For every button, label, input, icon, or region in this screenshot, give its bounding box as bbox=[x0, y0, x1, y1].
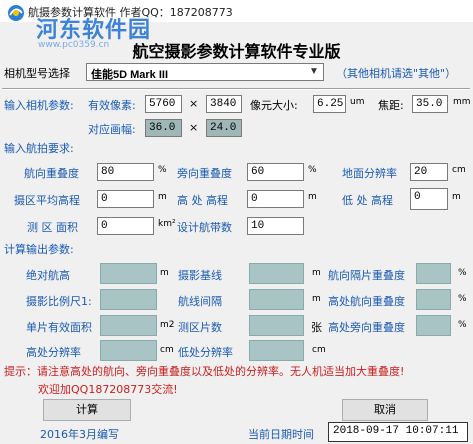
high-elevation-label: 高 处 高程 bbox=[177, 194, 228, 207]
pixel-height-input[interactable]: 3840 bbox=[206, 95, 242, 113]
section-input-camera: 输入相机参数: bbox=[4, 99, 74, 112]
camera-label: 相机型号选择 bbox=[4, 67, 70, 80]
baseline-output bbox=[249, 263, 304, 284]
baseline-unit: m bbox=[312, 268, 321, 278]
camera-hint: （其他相机请选"其他"） bbox=[336, 67, 457, 80]
baseline-label: 摄影基线 bbox=[178, 269, 222, 282]
area-input[interactable]: 0 bbox=[97, 217, 154, 235]
section-input-flight: 输入航拍要求: bbox=[4, 142, 74, 155]
line-spacing-unit: m bbox=[312, 294, 321, 304]
fwd-overlap-output bbox=[416, 263, 451, 284]
single-area-output bbox=[100, 315, 157, 336]
high-side-output bbox=[416, 315, 451, 336]
pixel-width-input[interactable]: 5760 bbox=[145, 95, 182, 113]
current-datetime-field: 2018-09-17 10:07:11 bbox=[328, 422, 468, 442]
high-fwd-unit: % bbox=[458, 294, 467, 304]
high-elevation-input[interactable]: 0 bbox=[247, 190, 304, 208]
frame-width-field: 36.0 bbox=[145, 119, 182, 137]
fwd-overlap-unit: % bbox=[458, 268, 467, 278]
low-elevation-input[interactable]: 0 bbox=[410, 188, 448, 210]
avg-elevation-unit: m bbox=[158, 192, 167, 202]
pixel-size-label: 像元大小: bbox=[250, 99, 298, 112]
focal-input[interactable]: 35.0 bbox=[412, 95, 448, 113]
pixels-label: 有效像素: bbox=[88, 99, 136, 112]
current-datetime-label: 当前日期时间 bbox=[248, 428, 314, 441]
photo-count-output bbox=[249, 315, 304, 336]
focal-unit: mm bbox=[453, 97, 471, 107]
chevron-down-icon[interactable]: ▼ bbox=[307, 65, 321, 79]
app-window: 航摄参数计算软件 作者QQ：187208773 河东软件园 www.pc0359… bbox=[0, 0, 473, 444]
low-res-label: 低处分辨率 bbox=[178, 346, 233, 359]
camera-select[interactable]: 佳能5D Mark III ▼ bbox=[86, 63, 324, 81]
avg-elevation-label: 摄区平均高程 bbox=[14, 194, 80, 207]
line-spacing-label: 航线间隔 bbox=[178, 295, 222, 308]
area-label: 测 区 面积 bbox=[27, 221, 78, 234]
section-output: 计算输出参数: bbox=[4, 243, 74, 256]
gsd-input[interactable]: 20 bbox=[410, 163, 448, 181]
times-sign: × bbox=[189, 97, 199, 110]
line-spacing-output bbox=[249, 289, 304, 310]
high-side-unit: % bbox=[458, 320, 467, 330]
date-written-label: 2016年3月编写 bbox=[40, 428, 119, 441]
qq-contact-text: 欢迎加QQ187208773交流! bbox=[38, 383, 178, 396]
photo-count-label: 测区片数 bbox=[178, 321, 222, 334]
high-res-output bbox=[100, 340, 157, 361]
side-overlap-label: 旁向重叠度 bbox=[177, 167, 232, 180]
times-sign: × bbox=[189, 121, 199, 134]
strips-label: 设计航带数 bbox=[177, 221, 232, 234]
frame-label: 对应画幅: bbox=[88, 123, 136, 136]
forward-overlap-input[interactable]: 80 bbox=[97, 163, 154, 181]
area-unit: km² bbox=[158, 219, 176, 229]
single-area-label: 单片有效面积 bbox=[26, 321, 92, 334]
camera-selected-value: 佳能5D Mark III bbox=[91, 69, 169, 81]
high-elevation-unit: m bbox=[308, 192, 317, 202]
focal-label: 焦距: bbox=[378, 99, 404, 112]
scale-label: 摄影比例尺1: bbox=[26, 295, 92, 308]
divider bbox=[2, 88, 470, 90]
high-res-unit: cm bbox=[160, 345, 174, 355]
page-title: 航空摄影参数计算软件专业版 bbox=[132, 42, 341, 61]
single-area-unit: m2 bbox=[160, 320, 175, 330]
avg-elevation-input[interactable]: 0 bbox=[97, 190, 154, 208]
abs-height-label: 绝对航高 bbox=[26, 269, 70, 282]
strips-input[interactable]: 10 bbox=[247, 217, 304, 235]
gsd-label: 地面分辨率 bbox=[342, 167, 397, 180]
tip-text: 提示：请注意高处的航向、旁向重叠度以及低处的分辨率。无人机适当加大重叠度! bbox=[4, 365, 405, 378]
photo-count-unit: 张 bbox=[311, 321, 322, 334]
forward-overlap-unit: % bbox=[158, 165, 167, 175]
scale-output bbox=[100, 289, 157, 310]
pixel-size-unit: um bbox=[350, 97, 365, 107]
app-logo-icon bbox=[8, 5, 24, 21]
calculate-button[interactable]: 计算 bbox=[43, 399, 131, 421]
abs-height-output bbox=[100, 263, 157, 284]
high-res-label: 高处分辨率 bbox=[26, 346, 81, 359]
high-side-label: 高处旁向重叠度 bbox=[328, 321, 405, 334]
low-elevation-unit: m bbox=[452, 192, 461, 202]
high-fwd-output bbox=[416, 289, 451, 310]
abs-height-unit: m bbox=[160, 268, 169, 278]
low-res-output bbox=[249, 340, 304, 361]
fwd-overlap-label: 航向隔片重叠度 bbox=[328, 269, 405, 282]
low-res-unit: cm bbox=[312, 345, 326, 355]
side-overlap-input[interactable]: 60 bbox=[247, 163, 304, 181]
frame-height-field: 24.0 bbox=[206, 119, 242, 137]
high-fwd-label: 高处航向重叠度 bbox=[328, 295, 405, 308]
forward-overlap-label: 航向重叠度 bbox=[24, 167, 79, 180]
pixel-size-input[interactable]: 6.25 bbox=[313, 95, 346, 113]
cancel-button[interactable]: 取消 bbox=[342, 399, 428, 421]
side-overlap-unit: % bbox=[308, 165, 317, 175]
gsd-unit: cm bbox=[452, 165, 466, 175]
low-elevation-label: 低 处 高程 bbox=[342, 194, 393, 207]
